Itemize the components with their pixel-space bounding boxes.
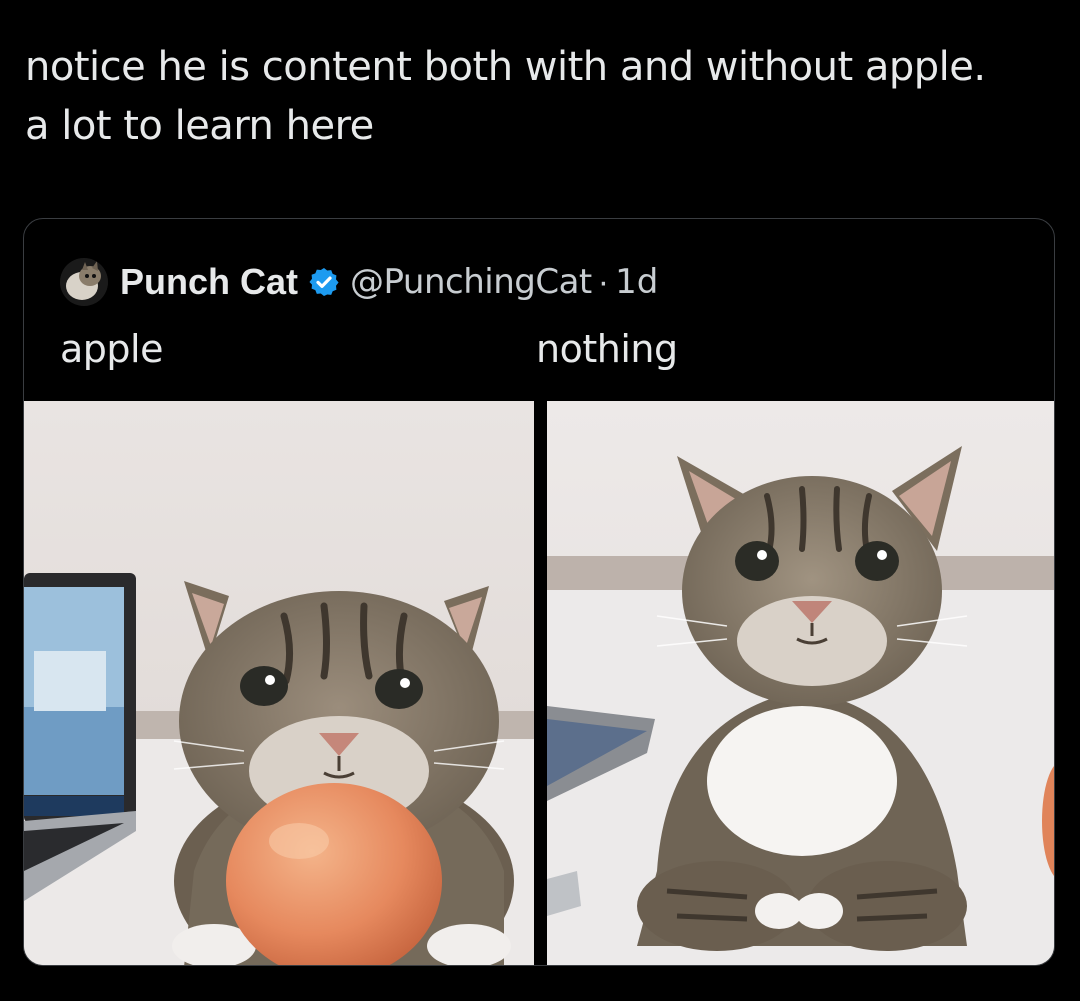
caption-apple: apple	[60, 327, 163, 371]
quoted-post-header: Punch Cat @PunchingCat · 1d	[60, 257, 658, 307]
verified-badge-icon	[309, 268, 339, 296]
post-text-line-1: notice he is content both with and witho…	[25, 44, 986, 90]
media-grid	[24, 401, 1054, 965]
avatar[interactable]	[60, 258, 108, 306]
quoted-post-card[interactable]: Punch Cat @PunchingCat · 1d apple nothin…	[23, 218, 1055, 966]
photo-cat-with-apple[interactable]	[24, 401, 534, 965]
display-name[interactable]: Punch Cat	[120, 261, 298, 303]
handle[interactable]: @PunchingCat	[350, 262, 592, 302]
timestamp[interactable]: 1d	[615, 262, 658, 302]
caption-nothing: nothing	[536, 327, 678, 371]
post-text-line-2: a lot to learn here	[25, 103, 374, 149]
separator-dot: ·	[597, 262, 610, 301]
photo-cat-without-apple[interactable]	[547, 401, 1054, 965]
post-text: notice he is content both with and witho…	[25, 38, 1065, 156]
